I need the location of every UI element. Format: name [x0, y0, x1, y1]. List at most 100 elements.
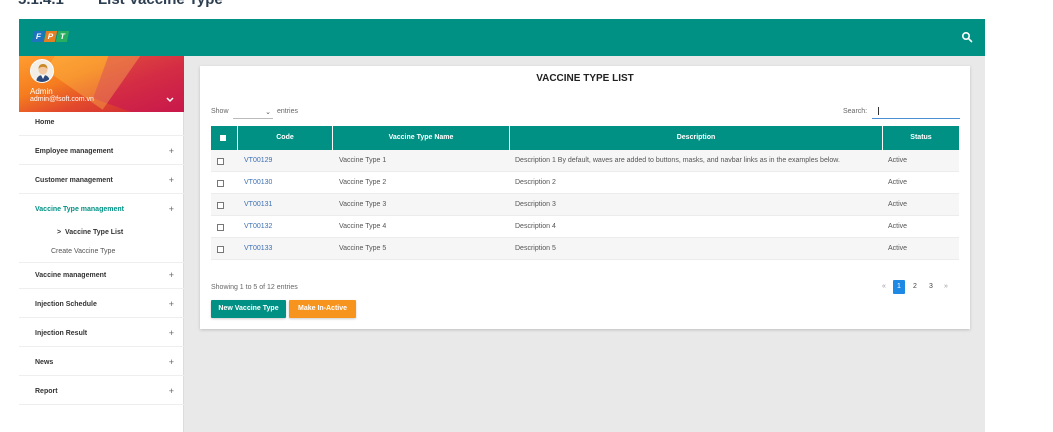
plus-icon[interactable]: +	[169, 175, 174, 185]
divider	[19, 404, 184, 405]
application-window: F P T Admin admin@fsoft.com.vn Home Empl…	[19, 19, 985, 432]
vaccine-type-name: Vaccine Type 5	[339, 245, 387, 252]
plus-icon[interactable]: +	[169, 146, 174, 156]
sidebar-item-label: Home	[35, 119, 55, 126]
column-header-status[interactable]: Status	[883, 126, 959, 150]
entries-per-page-select[interactable]: ⌄	[233, 106, 273, 119]
text-cursor	[878, 107, 879, 115]
status-text: Active	[888, 201, 908, 208]
table-row[interactable]: VT00132 Vaccine Type 4 Description 4 Act…	[211, 216, 959, 238]
search-label: Search:	[843, 108, 868, 115]
sidebar-subitem-create-vaccine-type[interactable]: Create Vaccine Type	[19, 246, 184, 260]
divider	[19, 193, 184, 194]
table-row[interactable]: VT00133 Vaccine Type 5 Description 5 Act…	[211, 238, 959, 260]
plus-icon[interactable]: +	[169, 270, 174, 280]
fpt-logo[interactable]: F P T	[31, 31, 70, 43]
sidebar-item-injection-schedule[interactable]: Injection Schedule +	[19, 296, 184, 316]
divider	[19, 346, 184, 347]
table-row[interactable]: VT00131 Vaccine Type 3 Description 3 Act…	[211, 194, 959, 216]
search-input[interactable]	[872, 103, 960, 119]
sidebar-item-label: Customer management	[35, 177, 113, 184]
plus-icon[interactable]: +	[169, 204, 174, 214]
vaccine-type-description: Description 5	[515, 245, 556, 252]
logo-letter-t: T	[55, 31, 70, 42]
row-checkbox[interactable]	[217, 158, 224, 165]
sidebar-subitem-label: Vaccine Type List	[65, 229, 124, 236]
make-inactive-button[interactable]: Make In-Active	[289, 300, 356, 318]
avatar-icon	[31, 60, 53, 82]
select-all-header	[211, 126, 238, 150]
sidebar-item-label: News	[35, 359, 54, 366]
section-title: List Vaccine Type	[98, 0, 223, 8]
vaccine-type-code-link[interactable]: VT00129	[244, 150, 272, 172]
chevron-down-icon[interactable]	[165, 96, 175, 104]
vaccine-type-code-link[interactable]: VT00130	[244, 172, 272, 194]
page-button-2[interactable]: 2	[909, 280, 921, 294]
vaccine-type-name: Vaccine Type 3	[339, 201, 387, 208]
sidebar-item-news[interactable]: News +	[19, 354, 184, 374]
row-checkbox[interactable]	[217, 202, 224, 209]
sidebar-item-label: Employee management	[35, 148, 114, 155]
section-number: 5.1.4.1	[18, 0, 98, 8]
column-header-vaccine-type-name[interactable]: Vaccine Type Name	[333, 126, 510, 150]
plus-icon[interactable]: +	[169, 328, 174, 338]
showing-entries-text: Showing 1 to 5 of 12 entries	[211, 284, 298, 291]
vaccine-type-name: Vaccine Type 1	[339, 157, 387, 164]
row-checkbox[interactable]	[217, 246, 224, 253]
plus-icon[interactable]: +	[169, 357, 174, 367]
status-text: Active	[888, 223, 908, 230]
status-text: Active	[888, 157, 908, 164]
divider	[19, 375, 184, 376]
sidebar-item-vaccine-management[interactable]: Vaccine management +	[19, 267, 184, 287]
sidebar-item-label: Injection Result	[35, 330, 88, 337]
table-row[interactable]: VT00129 Vaccine Type 1 Description 1 By …	[211, 150, 959, 172]
vaccine-type-name: Vaccine Type 2	[339, 179, 387, 186]
sidebar-item-label: Report	[35, 388, 58, 395]
search-icon[interactable]	[961, 31, 973, 43]
top-bar: F P T	[19, 19, 985, 56]
screenshot-root: 5.1.4.1List Vaccine Type F P T	[0, 0, 1053, 432]
vaccine-type-description: Description 1 By default, waves are adde…	[515, 157, 840, 164]
row-checkbox[interactable]	[217, 224, 224, 231]
show-label: Show	[211, 108, 229, 115]
sidebar-item-injection-result[interactable]: Injection Result +	[19, 325, 184, 345]
row-checkbox[interactable]	[217, 180, 224, 187]
next-page-button[interactable]: »	[942, 280, 950, 294]
vaccine-type-name: Vaccine Type 4	[339, 223, 387, 230]
select-all-checkbox[interactable]	[220, 135, 226, 141]
status-text: Active	[888, 179, 908, 186]
divider	[19, 317, 184, 318]
sidebar-item-label: Injection Schedule	[35, 301, 97, 308]
new-vaccine-type-button[interactable]: New Vaccine Type	[211, 300, 286, 318]
sidebar-item-home[interactable]: Home	[19, 114, 184, 134]
divider	[19, 135, 184, 136]
vaccine-type-code-link[interactable]: VT00133	[244, 238, 272, 260]
divider	[19, 262, 184, 263]
chevron-down-icon: ⌄	[265, 109, 271, 116]
profile-panel: Admin admin@fsoft.com.vn	[19, 56, 184, 112]
sidebar-item-customer-management[interactable]: Customer management +	[19, 172, 184, 192]
previous-page-button[interactable]: «	[880, 280, 888, 294]
page-button-3[interactable]: 3	[925, 280, 937, 294]
sidebar-item-report[interactable]: Report +	[19, 383, 184, 403]
entries-label: entries	[277, 108, 299, 115]
sidebar-subitem-vaccine-type-list[interactable]: > Vaccine Type List	[19, 227, 184, 241]
vaccine-type-description: Description 2	[515, 179, 556, 186]
page-title: VACCINE TYPE LIST	[536, 73, 634, 84]
document-heading: 5.1.4.1List Vaccine Type	[18, 0, 223, 8]
plus-icon[interactable]: +	[169, 299, 174, 309]
divider	[19, 288, 184, 289]
table-row[interactable]: VT00130 Vaccine Type 2 Description 2 Act…	[211, 172, 959, 194]
divider	[19, 164, 184, 165]
vaccine-type-code-link[interactable]: VT00132	[244, 216, 272, 238]
sidebar-item-employee-management[interactable]: Employee management +	[19, 143, 184, 163]
column-header-description[interactable]: Description	[510, 126, 883, 150]
plus-icon[interactable]: +	[169, 386, 174, 396]
avatar[interactable]	[30, 59, 54, 83]
page-button-1[interactable]: 1	[893, 280, 905, 294]
profile-name: Admin	[30, 87, 53, 96]
column-header-code[interactable]: Code	[238, 126, 333, 150]
chevron-right-icon: >	[57, 229, 62, 236]
vaccine-type-code-link[interactable]: VT00131	[244, 194, 272, 216]
sidebar-item-vaccine-type-management[interactable]: Vaccine Type management +	[19, 201, 184, 221]
